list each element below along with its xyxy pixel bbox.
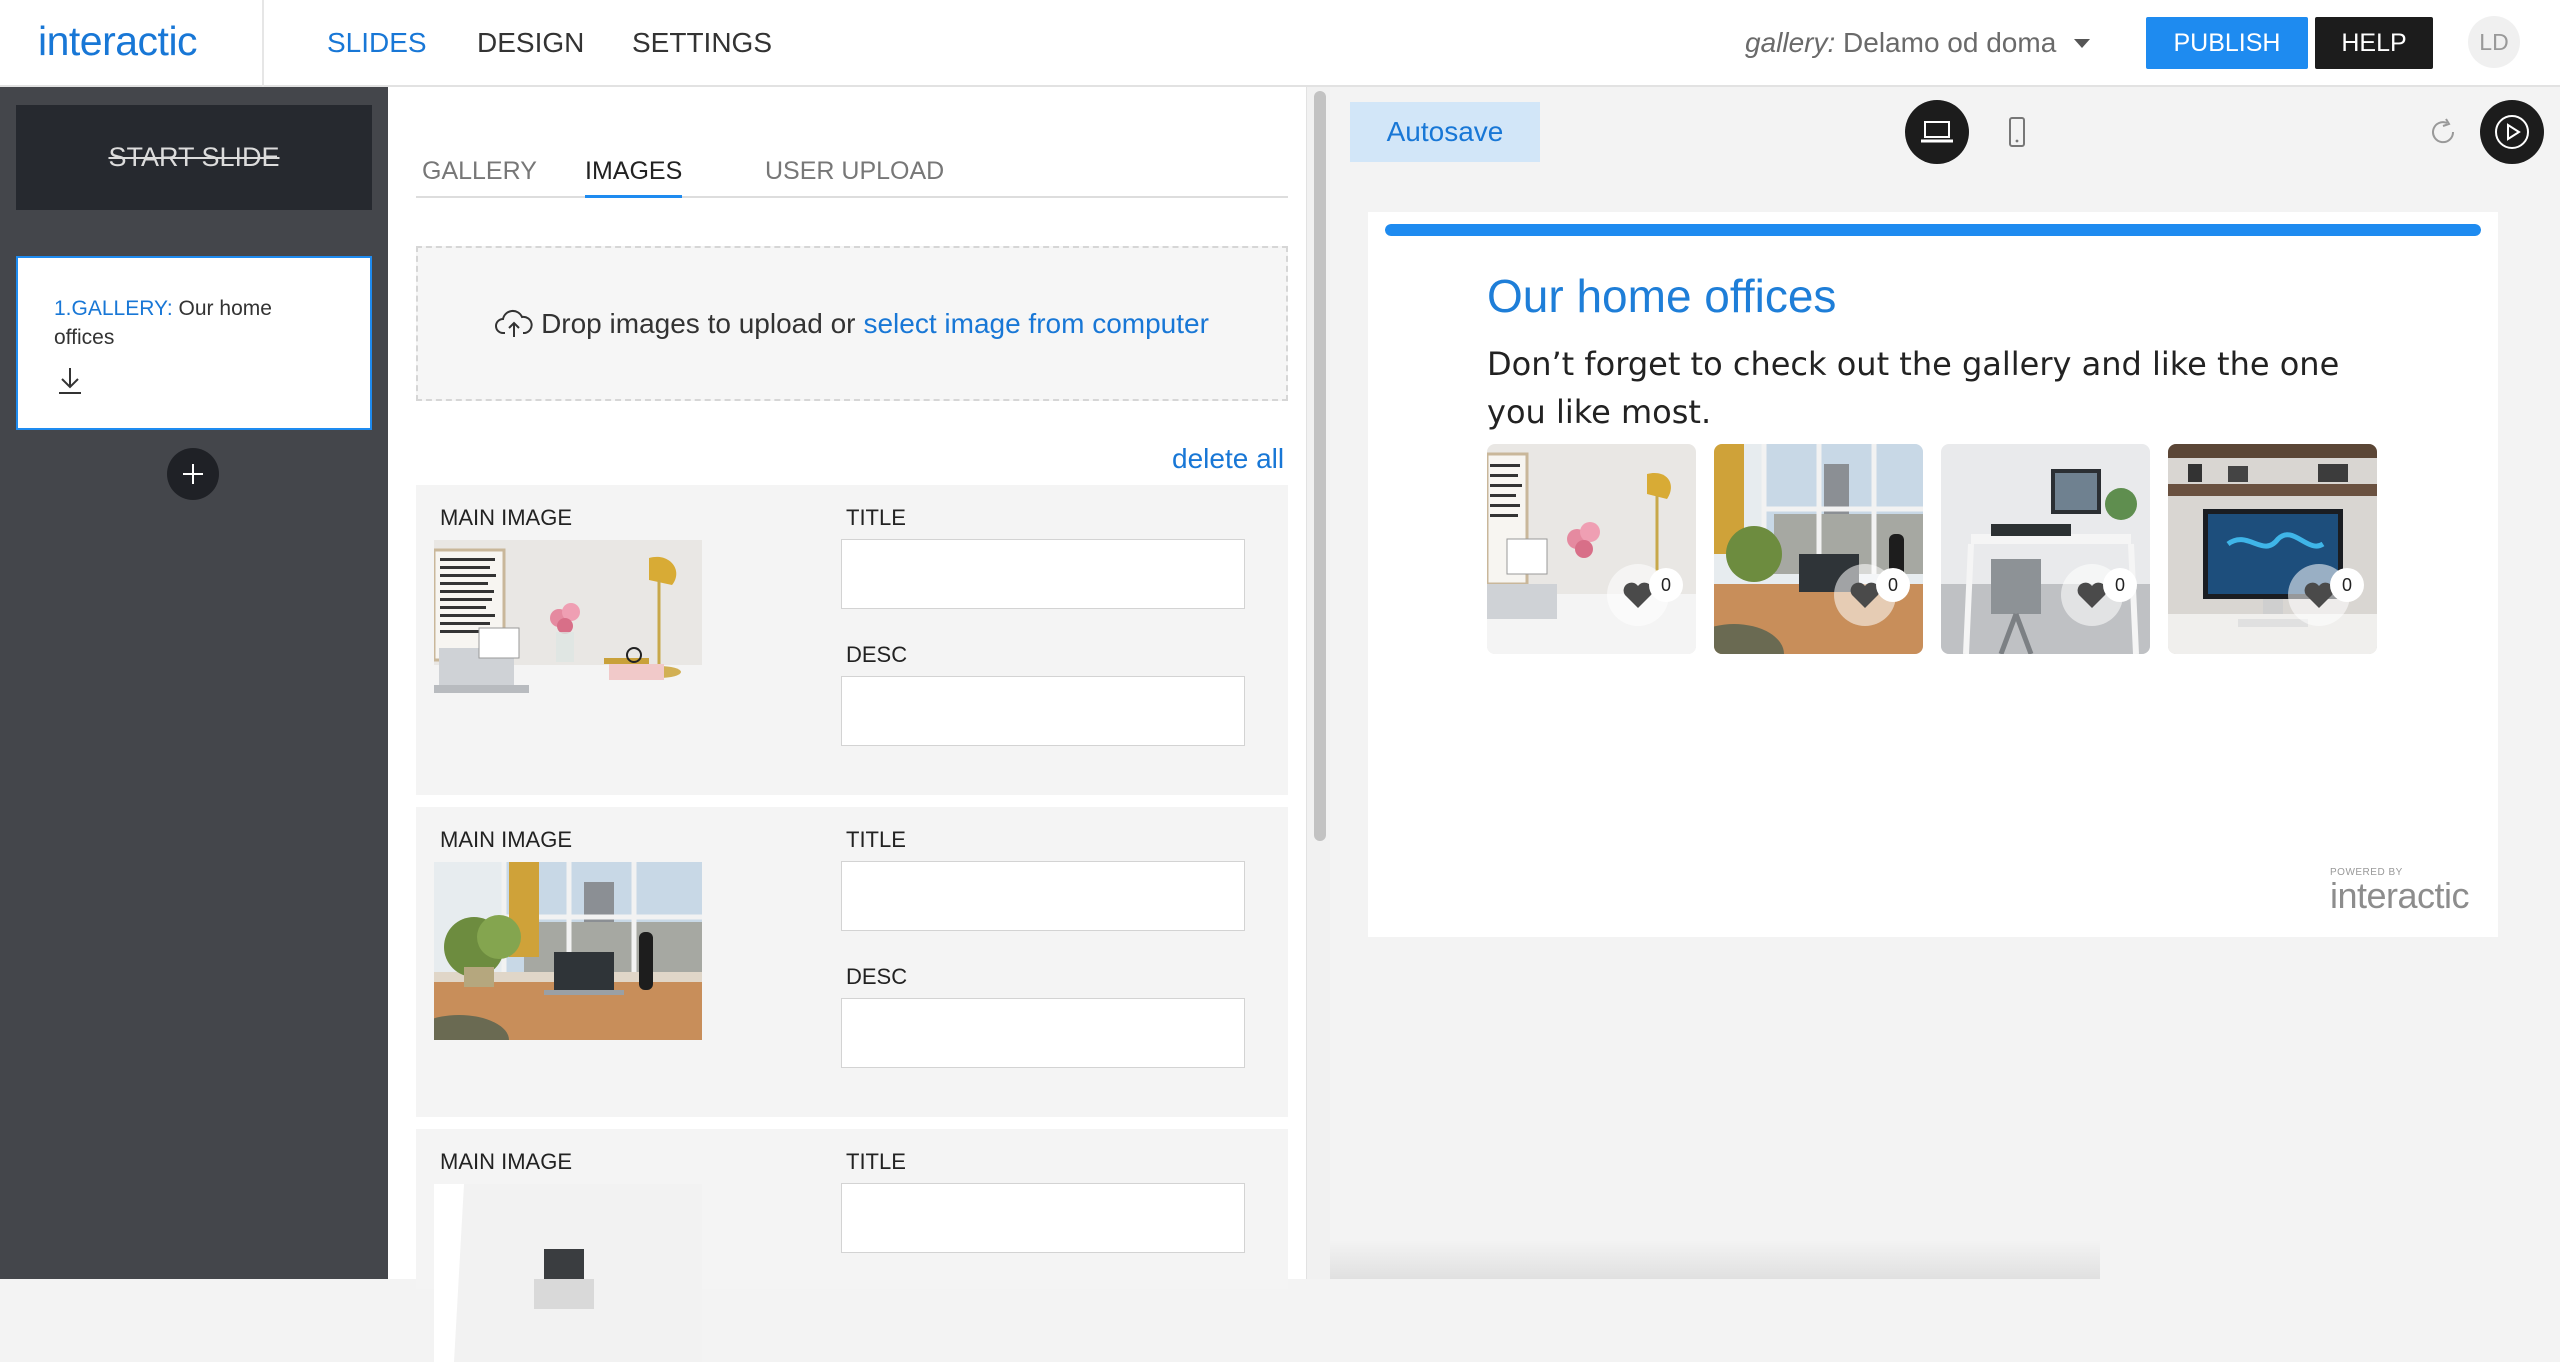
main-image-label: MAIN IMAGE — [440, 505, 573, 530]
desc-label: DESC — [846, 964, 908, 989]
image-item: MAIN IMAGE TITLE DESC — [416, 807, 1288, 1117]
desk-photo-2 — [434, 862, 702, 1040]
dropzone-text: Drop images to upload or — [541, 307, 856, 339]
gallery-photo-1 — [1487, 444, 1696, 654]
refresh-icon — [2432, 118, 2455, 144]
project-name: Delamo od doma — [1843, 27, 2057, 58]
gallery-photo-4 — [2168, 444, 2377, 654]
main-image-thumbnail[interactable] — [434, 540, 702, 718]
bottom-shadow — [1330, 1240, 2100, 1279]
app-logo[interactable]: interactic — [38, 18, 198, 65]
desc-input[interactable] — [841, 998, 1245, 1068]
progress-bar — [1385, 224, 2481, 236]
project-selector[interactable]: gallery: Delamo od doma — [1745, 27, 2091, 59]
select-image-link[interactable]: select image from computer — [863, 308, 1208, 340]
title-label: TITLE — [846, 827, 906, 852]
preview-panel: Autosave Our home offices Don’t forget t… — [1330, 87, 2560, 1279]
publish-button[interactable]: PUBLISH — [2146, 17, 2308, 69]
tab-gallery[interactable]: GALLERY — [422, 157, 537, 198]
tab-images[interactable]: IMAGES — [585, 157, 683, 198]
laptop-icon — [1921, 121, 1953, 143]
nav-settings[interactable]: SETTINGS — [632, 27, 772, 59]
image-item: MAIN IMAGE TITLE DESC — [416, 485, 1288, 795]
like-count: 0 — [2103, 568, 2137, 602]
slide-kind: 1.GALLERY: — [54, 297, 173, 320]
main-image-thumbnail[interactable] — [434, 862, 702, 1040]
like-count: 0 — [2330, 568, 2364, 602]
gallery-photo-3 — [1941, 444, 2150, 654]
progress-fill — [1385, 224, 2481, 236]
preview-title: Our home offices — [1487, 270, 1837, 322]
desk-photo-3 — [434, 1184, 702, 1362]
help-button[interactable]: HELP — [2315, 17, 2433, 69]
gallery-tile[interactable]: 0 — [1714, 444, 1923, 654]
add-slide-button[interactable] — [167, 448, 219, 500]
download-icon[interactable] — [56, 366, 84, 396]
image-item: MAIN IMAGE TITLE — [416, 1129, 1288, 1362]
tab-user-upload[interactable]: USER UPLOAD — [765, 157, 944, 198]
top-bar: interactic SLIDES DESIGN SETTINGS galler… — [0, 0, 2560, 87]
nav-design[interactable]: DESIGN — [477, 27, 584, 59]
preview-slide-card: Our home offices Don’t forget to check o… — [1368, 212, 2498, 937]
gallery-tile[interactable]: 0 — [1941, 444, 2150, 654]
desc-input[interactable] — [841, 676, 1245, 746]
user-avatar[interactable]: LD — [2468, 16, 2520, 68]
phone-icon — [2009, 117, 2025, 147]
powered-by-brand: interactic — [2330, 875, 2470, 916]
nav-slides[interactable]: SLIDES — [327, 27, 427, 59]
logo-divider — [262, 0, 264, 87]
start-slide-button[interactable]: START SLIDE — [16, 105, 372, 210]
powered-by-badge[interactable]: POWERED BY interactic — [2330, 867, 2490, 914]
play-icon — [2495, 115, 2529, 149]
editor-tabs: GALLERY IMAGES USER UPLOAD — [416, 157, 1288, 198]
slides-sidebar: START SLIDE 1.GALLERY: Our home offices — [0, 87, 388, 1279]
refresh-button[interactable] — [2420, 109, 2466, 155]
gallery-photo-2 — [1714, 444, 1923, 654]
gallery-tile[interactable]: 0 — [2168, 444, 2377, 654]
title-label: TITLE — [846, 505, 906, 530]
desktop-view-button[interactable] — [1905, 100, 1969, 164]
autosave-indicator: Autosave — [1350, 102, 1540, 162]
project-type-label: gallery: — [1745, 27, 1836, 58]
like-count: 0 — [1876, 568, 1910, 602]
main-image-thumbnail[interactable] — [434, 1184, 702, 1362]
preview-description: Don’t forget to check out the gallery an… — [1487, 345, 2340, 431]
mobile-view-button[interactable] — [1985, 100, 2049, 164]
delete-all-link[interactable]: delete all — [1172, 443, 1284, 475]
editor-scrollbar[interactable] — [1314, 91, 1326, 841]
gallery-tile[interactable]: 0 — [1487, 444, 1696, 654]
desc-label: DESC — [846, 642, 908, 667]
desk-photo-1 — [434, 540, 702, 718]
play-preview-button[interactable] — [2480, 100, 2544, 164]
title-input[interactable] — [841, 539, 1245, 609]
editor-panel: GALLERY IMAGES USER UPLOAD Drop images t… — [388, 87, 1330, 1362]
main-image-label: MAIN IMAGE — [440, 1149, 573, 1174]
plus-icon — [183, 464, 203, 484]
like-count: 0 — [1649, 568, 1683, 602]
title-input[interactable] — [841, 861, 1245, 931]
slide-card[interactable]: 1.GALLERY: Our home offices — [16, 256, 372, 430]
main-image-label: MAIN IMAGE — [440, 827, 573, 852]
image-dropzone[interactable]: Drop images to upload or select image fr… — [416, 246, 1288, 401]
title-label: TITLE — [846, 1149, 906, 1174]
cloud-upload-icon — [495, 309, 533, 337]
title-input[interactable] — [841, 1183, 1245, 1253]
caret-down-icon — [2074, 39, 2091, 48]
